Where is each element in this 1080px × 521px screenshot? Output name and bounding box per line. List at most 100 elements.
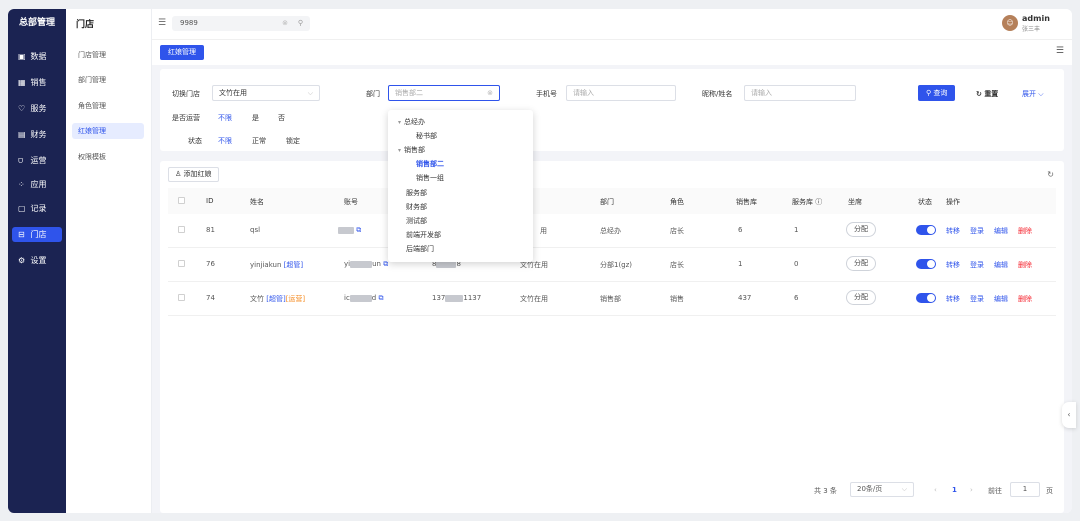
assign-button[interactable]: 分配 — [846, 222, 876, 237]
tree-node-backend[interactable]: 后端部门 — [406, 244, 434, 254]
edit-link[interactable]: 编辑 — [994, 226, 1008, 236]
login-link[interactable]: 登录 — [970, 294, 984, 304]
cell-sales: 1 — [738, 260, 743, 268]
clear-icon[interactable]: ⊗ — [282, 16, 288, 31]
sidebar-item-records[interactable]: ▢ 记录 — [12, 201, 62, 216]
tab-matchmaker[interactable]: 红娘管理 — [160, 45, 204, 60]
dept-dropdown: ▾ 总经办 秘书部 ▾ 销售部 销售部二 销售一组 服务部 财务部 测试部 前端开发… — [388, 110, 533, 262]
store-value: 文竹在用 — [219, 89, 247, 97]
page-size-select[interactable]: 20条/页 ⌵ — [850, 482, 914, 497]
status-option-locked[interactable]: 锁定 — [286, 136, 300, 146]
search-button[interactable]: ⚲ 查询 — [918, 85, 956, 101]
edit-link[interactable]: 编辑 — [994, 260, 1008, 270]
col-sales: 销售库 — [736, 198, 757, 206]
sub-item-matchmaker-manage[interactable]: 红娘管理 — [72, 123, 144, 139]
global-search-input[interactable]: 9989 ⊗ ⚲ — [172, 16, 310, 31]
delete-link[interactable]: 删除 — [1018, 294, 1032, 304]
row-checkbox[interactable] — [178, 260, 185, 267]
login-link[interactable]: 登录 — [970, 260, 984, 270]
tree-node-service[interactable]: 服务部 — [406, 188, 427, 198]
gear-icon: ⚙ — [18, 256, 26, 265]
reset-button[interactable]: ↻ 重置 — [976, 89, 998, 99]
phone-prefix: 137 — [432, 294, 446, 302]
status-toggle[interactable] — [916, 293, 936, 303]
apps-icon: ⁘ — [18, 180, 25, 189]
ops-option-no[interactable]: 否 — [278, 113, 285, 123]
sidebar-item-finance[interactable]: ▤ 财务 — [12, 127, 62, 142]
help-icon[interactable]: ⓘ — [815, 198, 822, 206]
row-checkbox[interactable] — [178, 294, 185, 301]
operations-tag: [运营] — [285, 295, 306, 303]
status-toggle[interactable] — [916, 225, 936, 235]
tree-node-sales[interactable]: ▾ 销售部 — [398, 145, 425, 155]
sub-menu-title: 门店 — [76, 20, 95, 30]
expand-link[interactable]: 展开 ⌵ — [1022, 89, 1044, 99]
sidebar-item-operations[interactable]: ⩌ 运营 — [12, 153, 62, 168]
sub-item-role-manage[interactable]: 角色管理 — [72, 98, 144, 114]
edit-link[interactable]: 编辑 — [994, 294, 1008, 304]
transfer-link[interactable]: 转移 — [946, 260, 960, 270]
status-label: 状态 — [188, 137, 202, 145]
menu-fold-icon[interactable]: ☰ — [158, 18, 166, 28]
sidebar-item-store[interactable]: ⊟ 门店 — [12, 227, 62, 242]
sub-item-dept-manage[interactable]: 部门管理 — [72, 72, 144, 88]
ops-label: 是否运营 — [172, 114, 200, 122]
transfer-link[interactable]: 转移 — [946, 294, 960, 304]
cell-name: qsl — [250, 226, 261, 234]
status-toggle[interactable] — [916, 259, 936, 269]
caret-down-icon[interactable]: ▾ — [398, 147, 401, 154]
cell-id: 81 — [206, 226, 215, 234]
sidebar-item-label: 财务 — [30, 130, 47, 139]
search-button-label: 查询 — [933, 89, 948, 97]
menu-icon[interactable]: ☰ — [1056, 46, 1064, 56]
tree-node-frontend[interactable]: 前端开发部 — [406, 230, 441, 240]
assign-button[interactable]: 分配 — [846, 256, 876, 271]
ops-option-any[interactable]: 不限 — [218, 113, 232, 123]
search-icon[interactable]: ⚲ — [298, 16, 303, 31]
tree-node-secretary[interactable]: 秘书部 — [416, 131, 437, 141]
nick-input[interactable]: 请输入 — [744, 85, 856, 101]
refresh-icon[interactable]: ↻ — [1047, 170, 1054, 179]
cell-account: ic d ⧉ — [344, 294, 383, 303]
prev-page-icon[interactable]: ‹ — [934, 486, 937, 494]
sidebar-item-service[interactable]: ♡ 服务 — [12, 101, 62, 116]
page-number-current[interactable]: 1 — [952, 486, 957, 494]
delete-link[interactable]: 删除 — [1018, 226, 1032, 236]
transfer-link[interactable]: 转移 — [946, 226, 960, 236]
avatar[interactable]: ☺ — [1002, 15, 1018, 31]
status-option-any[interactable]: 不限 — [218, 136, 232, 146]
sidebar-item-data[interactable]: ▣ 数据 — [12, 49, 62, 64]
sidebar-item-sales[interactable]: ▦ 销售 — [12, 75, 62, 90]
copy-icon[interactable]: ⧉ — [378, 294, 383, 302]
col-ops: 操作 — [946, 198, 960, 206]
tree-node-general-office[interactable]: ▾ 总经办 — [398, 117, 425, 127]
store-label: 切换门店 — [172, 90, 200, 98]
sidebar-item-apps[interactable]: ⁘ 应用 — [12, 177, 62, 192]
tree-node-sales-group-1[interactable]: 销售一组 — [416, 173, 444, 183]
caret-down-icon[interactable]: ▾ — [398, 119, 401, 126]
store-select[interactable]: 文竹在用 ⌵ — [212, 85, 320, 101]
add-matchmaker-button[interactable]: ♙ 添加红娘 — [168, 167, 219, 182]
goto-page-input[interactable]: 1 — [1010, 482, 1040, 497]
assign-button[interactable]: 分配 — [846, 290, 876, 305]
sub-item-store-manage[interactable]: 门店管理 — [72, 47, 144, 63]
login-link[interactable]: 登录 — [970, 226, 984, 236]
copy-icon[interactable]: ⧉ — [356, 226, 361, 234]
phone-input[interactable]: 请输入 — [566, 85, 676, 101]
status-option-normal[interactable]: 正常 — [252, 136, 266, 146]
cell-account: yi un ⧉ — [344, 260, 388, 269]
row-checkbox[interactable] — [178, 226, 185, 233]
copy-icon[interactable]: ⧉ — [383, 260, 388, 268]
clear-icon[interactable]: ⊗ — [487, 86, 493, 100]
collapse-handle-icon[interactable]: ‹ — [1062, 402, 1076, 428]
tree-node-finance[interactable]: 财务部 — [406, 202, 427, 212]
sidebar-item-settings[interactable]: ⚙ 设置 — [12, 253, 62, 268]
dept-select[interactable]: 销售部二 ⊗ — [388, 85, 500, 101]
tree-node-sales-2[interactable]: 销售部二 — [416, 159, 444, 169]
tree-node-test[interactable]: 测试部 — [406, 216, 427, 226]
ops-option-yes[interactable]: 是 — [252, 113, 259, 123]
delete-link[interactable]: 删除 — [1018, 260, 1032, 270]
select-all-checkbox[interactable] — [178, 197, 185, 204]
next-page-icon[interactable]: › — [970, 486, 973, 494]
sub-item-permission-template[interactable]: 权限模板 — [72, 149, 144, 165]
